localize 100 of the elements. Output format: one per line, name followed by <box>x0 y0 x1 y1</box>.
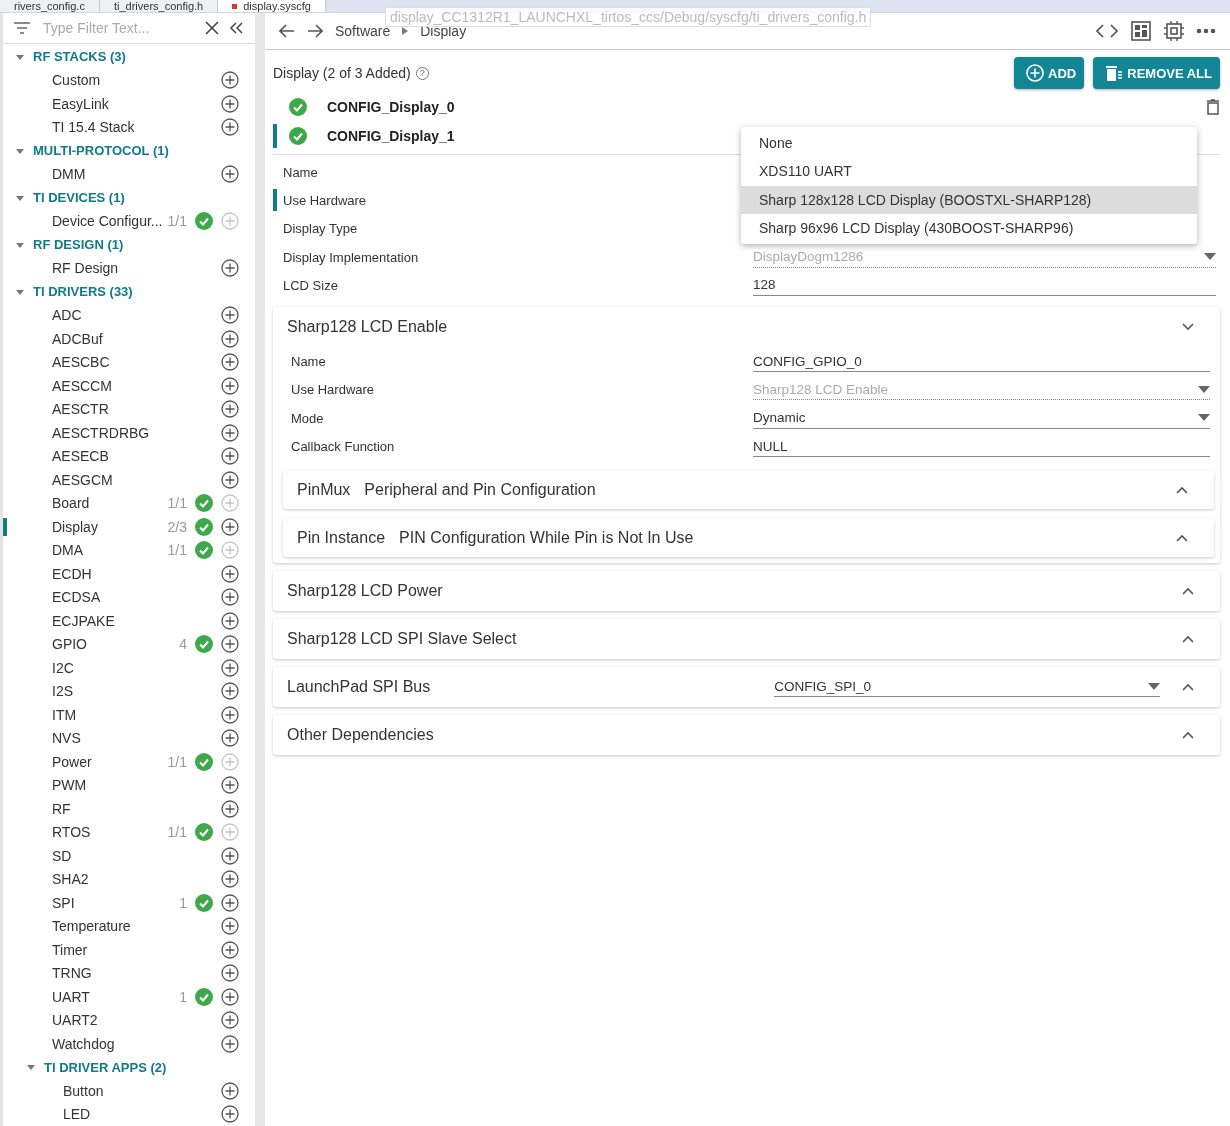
add-icon[interactable] <box>221 682 239 701</box>
remove-all-button[interactable]: REMOVE ALL <box>1093 57 1220 89</box>
section-title[interactable]: Other Dependencies <box>287 725 434 744</box>
module-item[interactable]: TRNG <box>52 965 221 982</box>
module-item[interactable]: ADCBuf <box>52 330 221 347</box>
module-item[interactable]: RF <box>52 800 221 817</box>
module-item[interactable]: SHA2 <box>52 871 221 888</box>
dropdown-option[interactable]: None <box>741 129 1197 158</box>
module-item[interactable]: Timer <box>52 941 221 958</box>
add-button[interactable]: ADD <box>1014 57 1085 89</box>
close-icon[interactable] <box>205 21 219 35</box>
chevron-icon[interactable] <box>1176 533 1188 542</box>
dropdown-field[interactable]: Dynamic <box>753 407 1210 429</box>
instance-item[interactable]: CONFIG_Display_0 <box>327 98 455 115</box>
section-title[interactable]: Sharp128 LCD SPI Slave Select <box>287 629 517 648</box>
module-item[interactable]: ADC <box>52 307 221 324</box>
add-icon[interactable] <box>221 470 239 489</box>
module-item[interactable]: Power <box>52 753 168 770</box>
module-item[interactable]: I2S <box>52 683 221 700</box>
add-icon[interactable] <box>221 870 239 889</box>
module-item[interactable]: UART <box>52 988 180 1005</box>
add-icon[interactable] <box>221 353 239 372</box>
editor-tab[interactable]: display.syscfg <box>218 0 326 12</box>
add-icon[interactable] <box>221 1034 239 1053</box>
add-icon[interactable] <box>221 846 239 865</box>
module-item[interactable]: Device Configur... <box>52 213 168 230</box>
module-item[interactable]: Button <box>63 1082 221 1099</box>
section-title[interactable]: Sharp128 LCD Enable <box>287 318 448 337</box>
chevron-icon[interactable] <box>1182 586 1194 595</box>
scrollbar[interactable] <box>255 13 265 1126</box>
add-icon[interactable] <box>221 1105 239 1124</box>
add-icon[interactable] <box>221 940 239 959</box>
module-item[interactable]: ECDSA <box>52 589 221 606</box>
add-icon[interactable] <box>221 917 239 936</box>
module-item[interactable]: GPIO <box>52 636 180 653</box>
module-item[interactable]: AESECB <box>52 448 221 465</box>
module-item[interactable]: Board <box>52 495 168 512</box>
module-item[interactable]: DMA <box>52 542 168 559</box>
instance-item[interactable]: CONFIG_Display_1 <box>327 127 455 144</box>
add-icon[interactable] <box>221 729 239 748</box>
subsection-title[interactable]: PinMux <box>297 480 351 499</box>
editor-tab[interactable]: rivers_config.c <box>0 0 100 12</box>
dropdown-field[interactable]: CONFIG_SPI_0 <box>774 676 1160 698</box>
add-icon[interactable] <box>221 893 239 912</box>
module-item[interactable]: NVS <box>52 730 221 747</box>
add-icon[interactable] <box>221 799 239 818</box>
add-icon[interactable] <box>221 588 239 607</box>
module-item[interactable]: AESCTRDRBG <box>52 424 221 441</box>
add-icon[interactable] <box>221 376 239 395</box>
dropdown-option[interactable]: Sharp 128x128 LCD Display (BOOSTXL-SHARP128) <box>741 185 1197 214</box>
module-item[interactable]: Display <box>52 518 168 535</box>
text-field[interactable]: CONFIG_GPIO_0 <box>753 351 1210 373</box>
chip-icon[interactable] <box>1164 21 1184 41</box>
module-item[interactable]: AESGCM <box>52 471 221 488</box>
category-header[interactable]: TI DRIVER APPS (2) <box>44 1059 167 1075</box>
add-icon[interactable] <box>221 658 239 677</box>
section-title[interactable]: LaunchPad SPI Bus <box>287 677 431 696</box>
more-icon[interactable] <box>1196 28 1216 34</box>
add-icon[interactable] <box>221 400 239 419</box>
module-item[interactable]: SPI <box>52 894 180 911</box>
section-title[interactable]: Sharp128 LCD Power <box>287 581 443 600</box>
add-icon[interactable] <box>221 776 239 795</box>
module-item[interactable]: PWM <box>52 777 221 794</box>
category-header[interactable]: TI DRIVERS (33) <box>33 284 133 300</box>
module-item[interactable]: ITM <box>52 706 221 723</box>
forward-arrow-icon[interactable] <box>307 24 323 38</box>
module-item[interactable]: RTOS <box>52 824 168 841</box>
module-item[interactable]: SD <box>52 847 221 864</box>
module-item[interactable]: I2C <box>52 659 221 676</box>
delete-icon[interactable] <box>1206 98 1220 115</box>
subsection-title[interactable]: Pin Instance <box>297 528 386 547</box>
module-item[interactable]: AESCTR <box>52 401 221 418</box>
add-icon[interactable] <box>221 118 239 137</box>
add-icon[interactable] <box>221 447 239 466</box>
category-header[interactable]: MULTI-PROTOCOL (1) <box>33 143 169 159</box>
add-icon[interactable] <box>221 705 239 724</box>
chevron-icon[interactable] <box>1176 485 1188 494</box>
module-item[interactable]: DMM <box>52 166 221 183</box>
add-icon[interactable] <box>221 611 239 630</box>
back-arrow-icon[interactable] <box>279 24 295 38</box>
add-icon[interactable] <box>221 71 239 90</box>
category-header[interactable]: TI DEVICES (1) <box>33 190 125 206</box>
add-icon[interactable] <box>221 517 239 536</box>
add-icon[interactable] <box>221 423 239 442</box>
module-item[interactable]: Temperature <box>52 918 221 935</box>
chevron-icon[interactable] <box>1182 682 1194 691</box>
chevron-icon[interactable] <box>1182 634 1194 643</box>
module-item[interactable]: TI 15.4 Stack <box>52 119 221 136</box>
dropdown-option[interactable]: Sharp 96x96 LCD Display (430BOOST-SHARP96) <box>741 213 1197 243</box>
module-item[interactable]: Custom <box>52 72 221 89</box>
chevron-icon[interactable] <box>1182 730 1194 739</box>
add-icon[interactable] <box>221 564 239 583</box>
add-icon[interactable] <box>221 1011 239 1030</box>
module-item[interactable]: AESCBC <box>52 354 221 371</box>
code-icon[interactable] <box>1096 24 1118 38</box>
add-icon[interactable] <box>221 329 239 348</box>
add-icon[interactable] <box>221 259 239 278</box>
dropdown-option[interactable]: XDS110 UART <box>741 157 1197 186</box>
chevron-icon[interactable] <box>1182 323 1194 332</box>
module-item[interactable]: EasyLink <box>52 95 221 112</box>
